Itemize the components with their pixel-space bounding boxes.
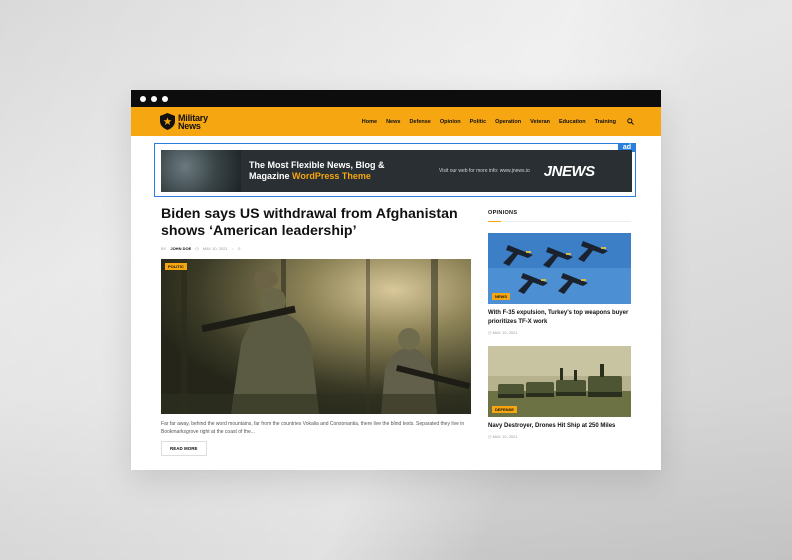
sidebar-card-image[interactable]: NEWS	[488, 233, 631, 304]
read-more-button[interactable]: READ MORE	[161, 441, 207, 456]
sidebar-heading: OPINIONS	[488, 210, 631, 222]
soldiers-photo	[161, 259, 471, 414]
sidebar-card[interactable]: DEFENSE Navy Destroyer, Drones Hit Ship …	[488, 346, 631, 439]
article-title[interactable]: Biden says US withdrawal from Afghanista…	[161, 206, 471, 240]
article-category-badge[interactable]: POLITIC	[165, 263, 187, 270]
window-dot-icon[interactable]	[140, 95, 146, 102]
ad-banner-image	[161, 150, 241, 192]
browser-window: Military News Home News Defense Opinion …	[131, 90, 661, 470]
site-logo[interactable]: Military News	[160, 113, 208, 130]
sidebar: OPINIONS NEWS With F-35 expulsion, Turke…	[488, 210, 631, 439]
search-icon[interactable]	[627, 118, 634, 125]
ad-logo: JNEWS	[543, 162, 595, 180]
sidebar-card-date: ◷ MAY 10, 2021	[488, 330, 631, 335]
ad-headline: The Most Flexible News, Blog & Magazine …	[249, 160, 419, 182]
nav-item-defense[interactable]: Defense	[409, 119, 430, 125]
logo-text: Military News	[178, 113, 208, 131]
clock-icon: ◷	[195, 246, 199, 251]
article-author[interactable]: JOHN DOE	[170, 246, 191, 251]
shield-star-icon	[160, 113, 175, 130]
card-date-text: MAY 10, 2021	[492, 434, 518, 439]
meta-by: BY	[161, 246, 167, 251]
nav-item-home[interactable]: Home	[362, 119, 377, 125]
nav-item-news[interactable]: News	[386, 119, 400, 125]
article-excerpt: Far far away, behind the word mountains,…	[161, 421, 465, 435]
nav-item-opinion[interactable]: Opinion	[440, 119, 461, 125]
window-titlebar	[131, 90, 661, 107]
nav-item-education[interactable]: Education	[559, 119, 586, 125]
ad-banner[interactable]: The Most Flexible News, Blog & Magazine …	[161, 150, 632, 192]
nav-item-politic[interactable]: Politic	[470, 119, 487, 125]
sidebar-card-title[interactable]: With F-35 expulsion, Turkey’s top weapon…	[488, 309, 631, 327]
article-hero-image[interactable]: POLITIC	[161, 259, 471, 414]
card-category-badge[interactable]: NEWS	[492, 293, 510, 300]
card-category-badge[interactable]: DEFENSE	[492, 406, 517, 413]
main-article: Biden says US withdrawal from Afghanista…	[161, 206, 471, 456]
ad-subtext: Visit our web for more info: www.jnews.i…	[439, 168, 530, 174]
ad-container[interactable]: ad The Most Flexible News, Blog & Magazi…	[154, 143, 636, 197]
sidebar-card-title[interactable]: Navy Destroyer, Drones Hit Ship at 250 M…	[488, 422, 631, 431]
window-dot-icon[interactable]	[151, 95, 157, 102]
nav-item-training[interactable]: Training	[595, 119, 616, 125]
main-nav: Home News Defense Opinion Politic Operat…	[362, 118, 634, 125]
sidebar-card-date: ◷ MAY 10, 2021	[488, 434, 631, 439]
article-date: MAY 10, 2021	[202, 246, 228, 251]
ad-headline-highlight: WordPress Theme	[292, 171, 371, 181]
comment-icon: ◌	[231, 246, 235, 251]
article-meta: BY JOHN DOE ◷ MAY 10, 2021 ◌ 0	[161, 246, 471, 251]
clock-icon: ◷	[488, 330, 492, 335]
clock-icon: ◷	[488, 434, 492, 439]
site-navbar: Military News Home News Defense Opinion …	[131, 107, 661, 136]
nav-item-operation[interactable]: Operation	[495, 119, 521, 125]
article-comments[interactable]: 0	[238, 246, 240, 251]
window-dot-icon[interactable]	[162, 95, 168, 102]
card-date-text: MAY 10, 2021	[492, 330, 518, 335]
logo-line-2: News	[178, 120, 201, 131]
sidebar-card-image[interactable]: DEFENSE	[488, 346, 631, 417]
nav-item-veteran[interactable]: Veteran	[530, 119, 550, 125]
sidebar-card[interactable]: NEWS With F-35 expulsion, Turkey’s top w…	[488, 233, 631, 335]
